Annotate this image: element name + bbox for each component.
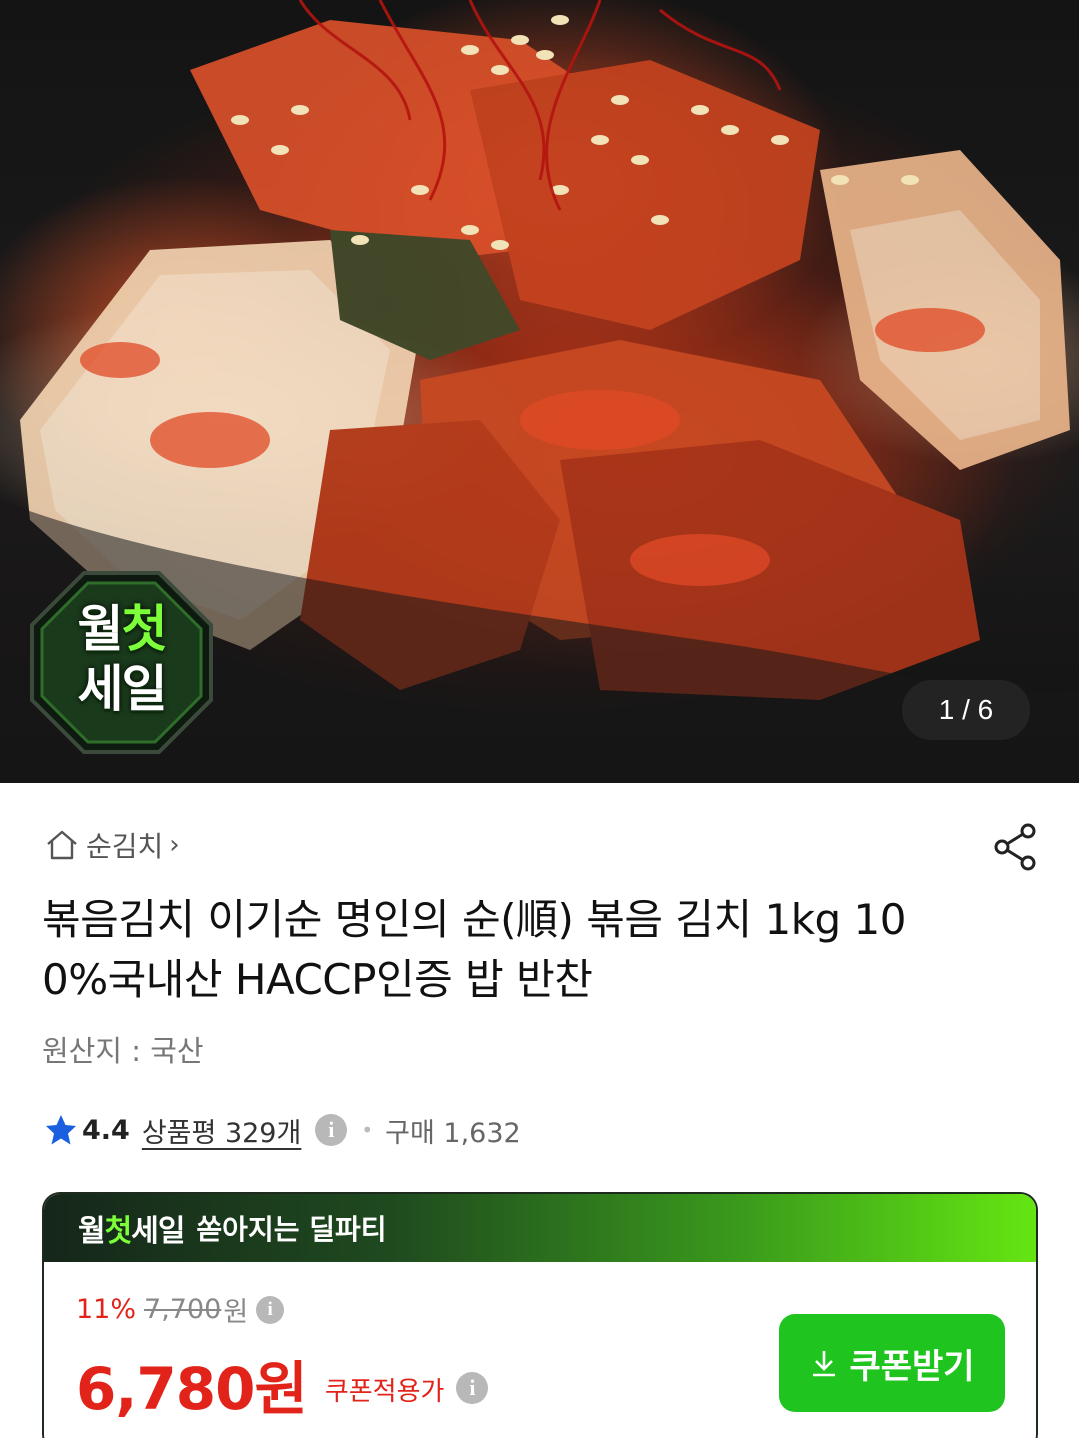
- image-page-counter: 1 / 6: [902, 680, 1030, 740]
- purchase-count: 구매 1,632: [385, 1117, 521, 1149]
- coupon-price: 6,780원: [76, 1355, 308, 1423]
- rating-row: 4.4 상품평 329개 i • 구매 1,632: [44, 1108, 521, 1152]
- product-title: 볶음김치 이기순 명인의 순(順) 볶음 김치 1kg 100%국내산 HACC…: [42, 895, 906, 1004]
- home-icon[interactable]: [44, 827, 80, 863]
- separator-dot: •: [361, 1118, 374, 1142]
- original-price: 7,700: [144, 1294, 222, 1325]
- info-icon[interactable]: i: [315, 1114, 348, 1146]
- download-icon: [813, 1351, 836, 1377]
- monthly-sale-badge: 월첫 세일: [30, 571, 213, 754]
- original-price-unit: 원: [223, 1297, 249, 1328]
- chevron-right-icon: ›: [169, 830, 180, 860]
- get-coupon-label: 쿠폰받기: [849, 1346, 975, 1387]
- deal-banner: 월첫세일 쏟아지는 딜파티: [44, 1194, 1036, 1262]
- discount-percent: 11%: [76, 1294, 137, 1325]
- review-count-link[interactable]: 상품평 329개: [142, 1111, 301, 1150]
- deal-headline: 쏟아지는 딜파티: [196, 1213, 387, 1246]
- get-coupon-button[interactable]: 쿠폰받기: [779, 1314, 1005, 1412]
- deal-box: 월첫세일 쏟아지는 딜파티 11% 7,700 원 i 6,780원 쿠폰적용가…: [42, 1192, 1038, 1438]
- breadcrumb-category[interactable]: 순김치: [86, 825, 163, 865]
- info-icon[interactable]: i: [256, 1295, 285, 1324]
- breadcrumb[interactable]: 순김치 ›: [44, 825, 180, 865]
- product-image-carousel[interactable]: 월첫 세일 1 / 6: [0, 0, 1079, 783]
- origin-info: 원산지 : 국산: [42, 1034, 204, 1068]
- coupon-price-label: 쿠폰적용가: [324, 1376, 445, 1407]
- deal-brand: 월첫세일: [78, 1214, 185, 1249]
- discount-row: 11% 7,700 원 i: [76, 1290, 285, 1329]
- share-icon[interactable]: [992, 822, 1040, 872]
- star-icon: [46, 1115, 76, 1145]
- rating-value: 4.4: [82, 1114, 130, 1146]
- badge-label: 월첫 세일: [77, 600, 168, 718]
- info-icon[interactable]: i: [456, 1372, 489, 1404]
- deal-price-area: 11% 7,700 원 i 6,780원 쿠폰적용가 i 쿠폰받기: [44, 1262, 1036, 1438]
- price-row: 6,780원 쿠폰적용가 i: [76, 1342, 489, 1426]
